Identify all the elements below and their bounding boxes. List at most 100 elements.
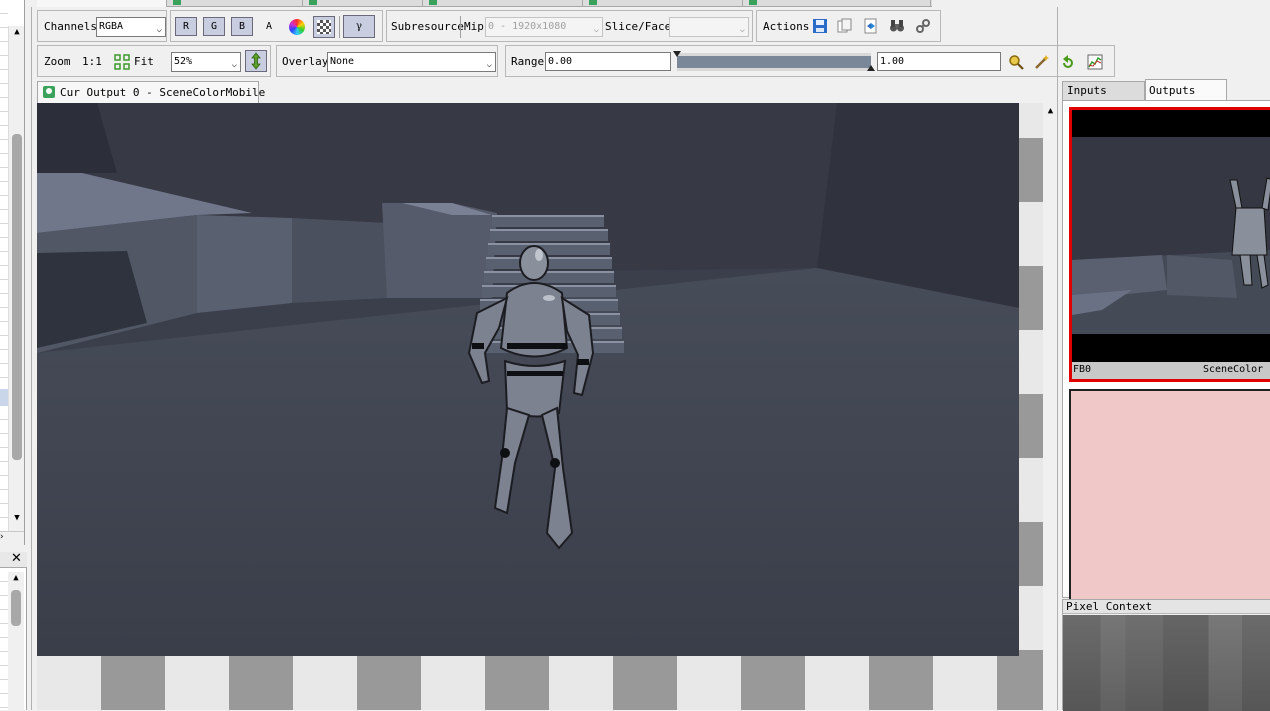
alpha-channel-button[interactable]: A <box>266 20 272 34</box>
gamma-button[interactable]: γ <box>343 15 375 38</box>
channels-select[interactable]: RGBA ⌵ <box>96 17 166 37</box>
scroll-thumb[interactable] <box>12 134 22 460</box>
right-panel: Inputs Outputs FB0 SceneColor Pixel Cont… <box>1062 79 1270 711</box>
left-panel-lower: ✕ ▲ <box>0 551 27 710</box>
range-slider-fill <box>677 56 871 68</box>
tab-inputs[interactable]: Inputs <box>1062 81 1145 100</box>
histogram-icon[interactable] <box>1086 53 1104 71</box>
scroll-up-icon[interactable]: ▲ <box>10 27 24 43</box>
checkerboard-right-column <box>1019 103 1043 710</box>
scroll-up-icon[interactable]: ▲ <box>1043 103 1058 119</box>
overlay-group: Overlay None ⌵ <box>276 45 498 77</box>
scroll-thumb[interactable] <box>11 590 21 626</box>
subresource-label: Subresource <box>391 20 464 33</box>
save-icon[interactable] <box>811 17 829 35</box>
overlay-label: Overlay <box>282 55 329 68</box>
zoom-label: Zoom <box>44 55 71 68</box>
scroll-up-icon[interactable]: ▲ <box>9 573 23 583</box>
chevron-right-icon[interactable]: › <box>0 532 4 542</box>
zoom-select[interactable]: 52% ⌵ <box>171 52 241 72</box>
slice-face-label: Slice/Face <box>605 20 672 33</box>
zoom-group: Zoom 1:1 Fit 52% ⌵ <box>37 45 271 77</box>
range-max-input[interactable]: 1.00 <box>877 52 1001 71</box>
range-min-value: 0.00 <box>548 56 573 67</box>
top-tab[interactable] <box>585 0 743 7</box>
range-label: Range <box>511 55 545 68</box>
channels-group: Channels RGBA ⌵ <box>37 10 167 42</box>
separator <box>339 16 340 38</box>
left-lower-grid <box>0 568 8 710</box>
top-tab-active[interactable] <box>37 0 167 7</box>
channels-value: RGBA <box>99 21 124 32</box>
chevron-down-icon: ⌵ <box>156 25 162 35</box>
left-panel-grid <box>0 0 8 545</box>
overlay-select[interactable]: None ⌵ <box>327 52 496 72</box>
top-tab-strip <box>37 0 932 7</box>
pixel-context-label: Pixel Context <box>1066 600 1153 613</box>
pixel-context-panel: Pixel Context <box>1062 599 1270 711</box>
range-min-handle[interactable] <box>673 51 681 57</box>
channel-toggle-group: R G B A γ <box>170 10 383 42</box>
top-tab[interactable] <box>305 0 423 7</box>
viewer-tab-title: Cur Output 0 - SceneColorMobile <box>60 86 266 99</box>
pixel-context-header: Pixel Context <box>1063 600 1270 614</box>
chevron-down-icon: ⌵ <box>231 60 237 70</box>
slice-face-select[interactable]: ⌵ <box>669 17 749 37</box>
output-thumbnail-selected[interactable]: FB0 SceneColor <box>1069 107 1270 382</box>
viewer-tab[interactable]: Cur Output 0 - SceneColorMobile <box>37 81 265 103</box>
top-tab[interactable] <box>169 0 303 7</box>
flip-vertical-icon[interactable] <box>245 50 267 72</box>
range-max-value: 1.00 <box>880 56 905 67</box>
zoom-ratio-button[interactable]: 1:1 <box>82 55 102 69</box>
top-tab[interactable] <box>425 0 583 7</box>
blue-channel-button[interactable]: B <box>231 17 253 36</box>
green-channel-button[interactable]: G <box>203 17 225 36</box>
mip-label: Mip <box>464 20 484 33</box>
range-min-input[interactable]: 0.00 <box>545 52 671 71</box>
thumbnail-label: FB0 <box>1073 364 1092 375</box>
actions-label: Actions <box>763 20 810 33</box>
range-slider[interactable] <box>673 51 875 71</box>
subresource-group: Subresource Mip 0 - 1920x1080 ⌵ Slice/Fa… <box>386 10 753 42</box>
panel-header: ✕ <box>0 551 27 568</box>
zoom-search-icon[interactable] <box>1007 53 1025 71</box>
thumbnail-name: SceneColor <box>1203 364 1264 375</box>
reset-icon[interactable] <box>1059 53 1077 71</box>
link-icon[interactable] <box>914 17 932 35</box>
range-max-handle[interactable] <box>867 65 875 71</box>
close-icon[interactable]: ✕ <box>11 551 22 566</box>
left-panel-bottom: › <box>0 531 24 545</box>
chevron-down-icon: ⌵ <box>486 60 492 70</box>
pixel-context-image[interactable] <box>1063 615 1270 711</box>
color-wheel-icon[interactable] <box>289 19 305 35</box>
viewer-scrollbar[interactable]: ▲ <box>1043 103 1058 710</box>
thumbnail-image <box>1072 110 1270 362</box>
overlay-value: None <box>330 56 355 67</box>
scroll-down-icon[interactable]: ▼ <box>10 513 24 529</box>
actions-group: Actions <box>756 10 941 42</box>
tab-outputs[interactable]: Outputs <box>1145 79 1227 100</box>
left-lower-scrollbar[interactable]: ▲ <box>8 572 24 710</box>
mip-value: 0 - 1920x1080 <box>488 21 567 32</box>
binoculars-icon[interactable] <box>888 17 906 35</box>
chevron-down-icon: ⌵ <box>739 25 745 35</box>
open-external-icon[interactable] <box>862 17 880 35</box>
chevron-down-icon: ⌵ <box>593 25 599 35</box>
magic-wand-icon[interactable] <box>1033 53 1051 71</box>
fit-button[interactable]: Fit <box>134 55 154 69</box>
thumbnail-list: FB0 SceneColor <box>1062 100 1270 599</box>
red-channel-button[interactable]: R <box>175 17 197 36</box>
left-panel-selected-row <box>0 389 8 406</box>
output-thumbnail-empty[interactable] <box>1069 389 1270 599</box>
left-scrollbar[interactable]: ▲ ▼ <box>8 26 24 531</box>
zoom-value: 52% <box>174 56 193 67</box>
scene-image <box>37 103 1019 656</box>
texture-viewer[interactable]: ▲ <box>37 103 1058 710</box>
output-icon <box>43 86 55 98</box>
copy-icon[interactable] <box>836 17 854 35</box>
viewer-right-border <box>1057 7 1058 710</box>
checkerboard-icon[interactable] <box>313 16 335 38</box>
mip-select[interactable]: 0 - 1920x1080 ⌵ <box>485 17 603 37</box>
top-tab[interactable] <box>745 0 931 7</box>
fit-icon[interactable] <box>114 54 130 70</box>
